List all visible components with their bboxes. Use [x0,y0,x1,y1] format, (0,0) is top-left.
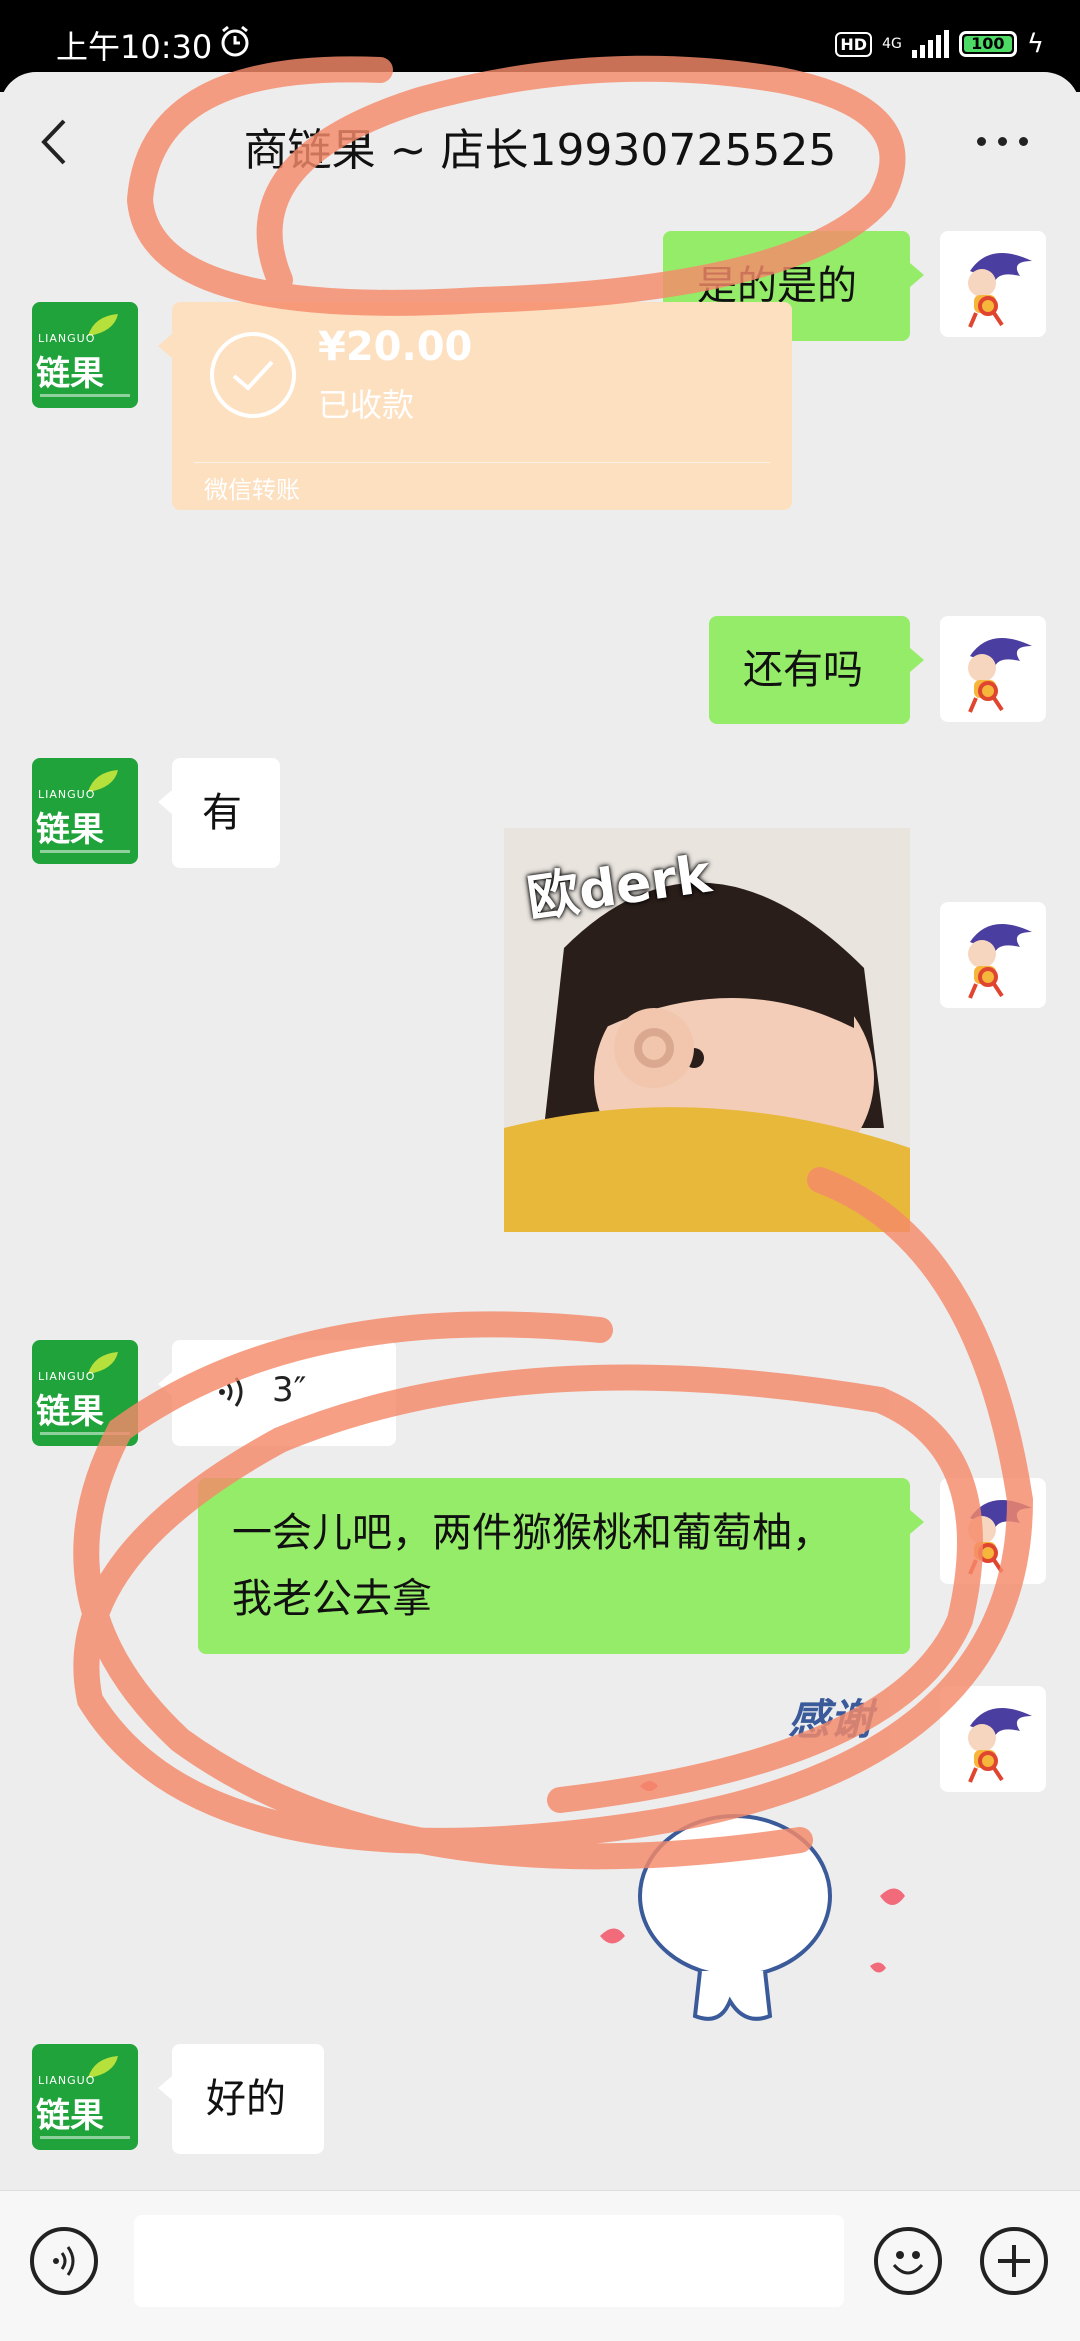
store-avatar[interactable]: LIANGUO 链果 [32,2044,138,2150]
voice-duration: 3″ [272,1370,307,1410]
store-avatar-pinyin: LIANGUO [38,788,96,801]
dumpling-sticker-illustration [600,1781,905,2021]
voice-input-button[interactable] [30,2227,98,2295]
own-avatar[interactable] [940,1478,1046,1584]
store-avatar[interactable]: LIANGUO 链果 [32,1340,138,1446]
divider [194,462,770,463]
store-avatar-name: 链果 [36,1392,104,1432]
store-avatar-name: 链果 [36,354,104,394]
signal-icon [911,30,949,58]
store-avatar[interactable]: LIANGUO 链果 [32,302,138,408]
status-indicators: HD 4G 100 ϟ [835,24,1044,64]
status-time: 上午10:30 [56,28,213,66]
chat-title: 商链果 ~ 店长19930725525 [243,125,837,176]
transfer-amount: ¥20.00 [318,324,473,370]
store-avatar-pinyin: LIANGUO [38,1370,96,1383]
battery-icon: 100 [958,31,1017,57]
transfer-card[interactable]: ¥20.00 已收款 微信转账 [158,302,792,510]
own-message-bubble[interactable]: 还有吗 [709,616,924,724]
battery-level: 100 [963,36,1012,52]
check-icon [210,332,296,418]
own-avatar[interactable] [940,616,1046,722]
message-line: 我老公去拿 [232,1576,432,1622]
voice-message-bubble[interactable]: 3″ [158,1340,396,1446]
other-message-bubble[interactable]: 有 [158,758,280,868]
store-avatar-pinyin: LIANGUO [38,2074,96,2087]
own-avatar[interactable] [940,1686,1046,1792]
plus-icon [998,2245,1030,2277]
network-type: 4G [882,36,902,52]
hd-badge: HD [835,31,873,57]
chat-header: 商链果 ~ 店长19930725525 [0,72,1080,214]
thanks-sticker-text: 感谢 [788,1695,873,1744]
store-avatar-name: 链果 [36,810,104,850]
more-actions-button[interactable] [980,2227,1048,2295]
cartoon-avatar-icon [968,924,1032,999]
sticker-image[interactable]: 欧derk [504,828,910,1232]
own-avatar[interactable] [940,902,1046,1008]
emoji-button[interactable] [874,2227,942,2295]
voice-wave-icon [219,1377,243,1407]
emoji-icon [892,2251,924,2275]
own-message-bubble[interactable]: 一会儿吧，两件猕猴桃和葡萄柚， 我老公去拿 [198,1478,924,1654]
input-bar [0,2190,1080,2341]
voice-icon [53,2246,75,2276]
message-line: 一会儿吧，两件猕猴桃和葡萄柚， [232,1510,832,1556]
own-avatar[interactable] [940,231,1046,337]
store-avatar[interactable]: LIANGUO 链果 [32,758,138,864]
store-avatar-pinyin: LIANGUO [38,332,96,345]
other-message-bubble[interactable]: 好的 [158,2044,324,2154]
cartoon-avatar-icon [968,253,1032,328]
transfer-label: 微信转账 [204,476,300,504]
message-input[interactable] [134,2215,844,2307]
cartoon-avatar-icon [968,638,1032,713]
store-avatar-name: 链果 [36,2096,104,2136]
alarm-icon [221,25,249,57]
transfer-status: 已收款 [318,386,415,424]
more-icon[interactable] [977,137,1028,146]
cartoon-avatar-icon [968,1708,1032,1783]
cartoon-avatar-icon [968,1500,1032,1575]
thanks-sticker[interactable]: 感谢 [580,1686,920,2106]
charging-icon: ϟ [1026,29,1044,59]
